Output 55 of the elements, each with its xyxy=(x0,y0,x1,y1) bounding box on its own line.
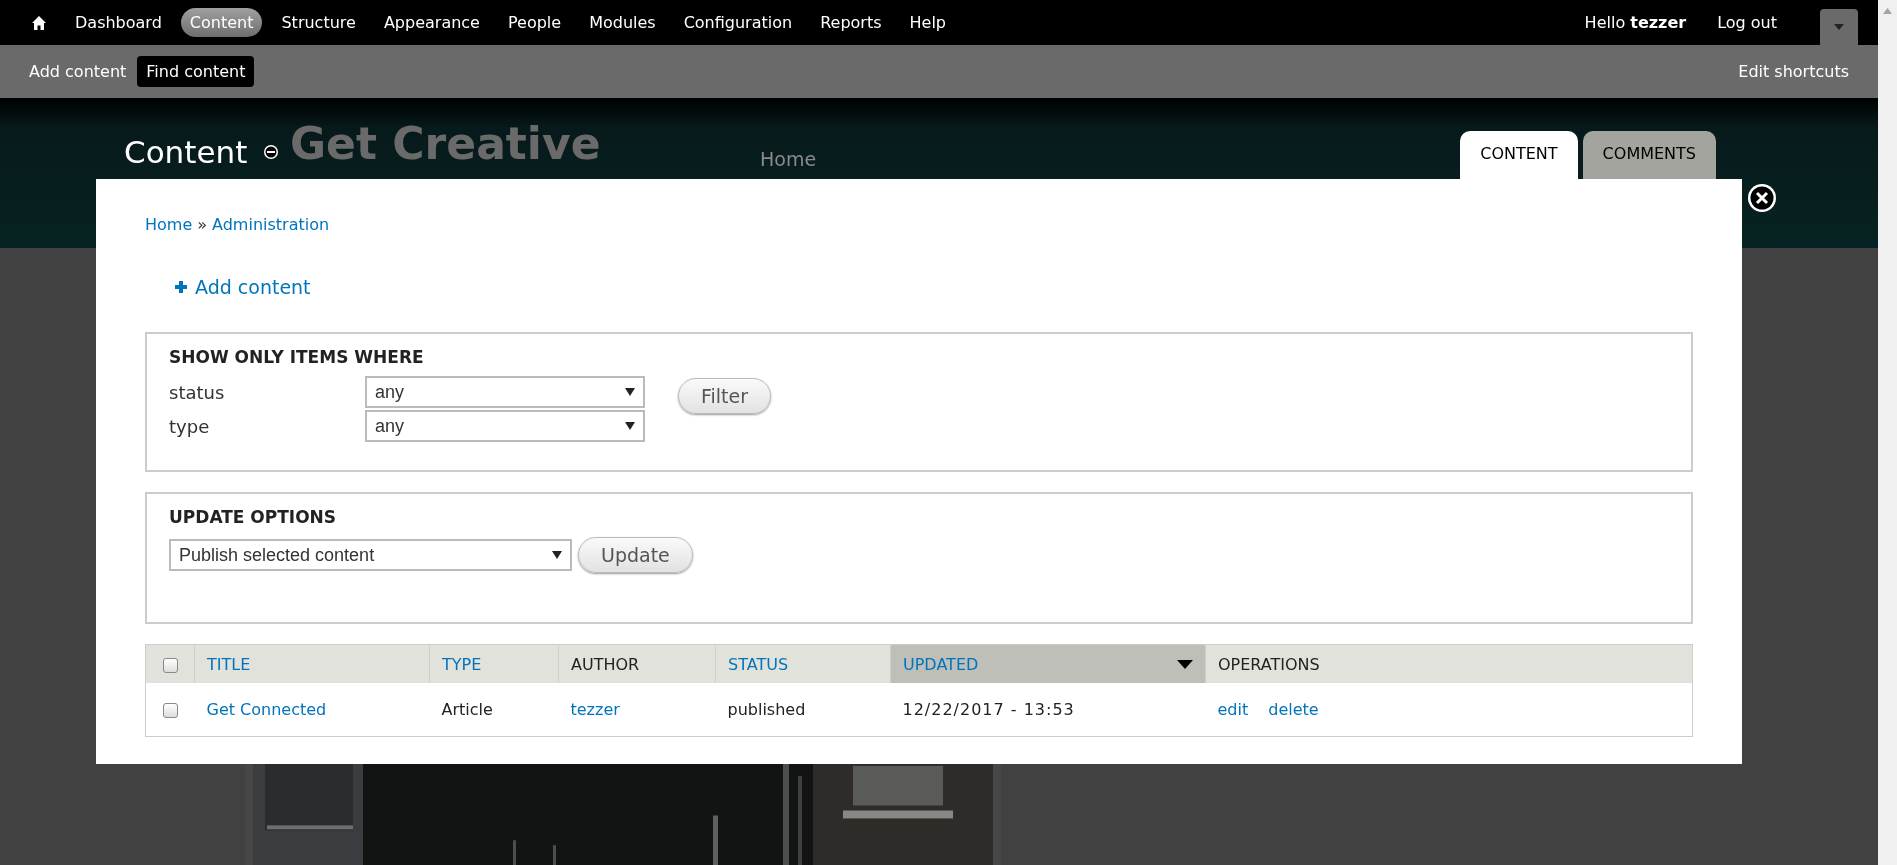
menu-item[interactable]: Reports xyxy=(811,8,891,37)
panel-legend: UPDATE OPTIONS xyxy=(169,507,1669,527)
caret-icon xyxy=(1834,24,1844,30)
logout-link[interactable]: Log out xyxy=(1708,8,1786,37)
page-title: Content xyxy=(124,134,248,170)
menu-item[interactable]: Help xyxy=(900,8,955,37)
title-link[interactable]: Get Connected xyxy=(206,700,327,719)
breadcrumb-separator: » xyxy=(197,215,208,234)
column-header[interactable]: TYPE xyxy=(429,644,559,683)
panel-legend: SHOW ONLY ITEMS WHERE xyxy=(169,347,1669,367)
edit-shortcuts-link[interactable]: Edit shortcuts xyxy=(1729,56,1858,87)
tray-toggle[interactable] xyxy=(1820,9,1858,45)
scroll-up-icon[interactable] xyxy=(1883,8,1892,14)
shortcut-link[interactable]: Add content xyxy=(20,56,136,87)
operation-link[interactable]: delete xyxy=(1268,700,1319,719)
shortcut-link[interactable]: Find content xyxy=(137,56,255,87)
add-content-link[interactable]: Add content xyxy=(175,276,311,298)
select-field[interactable]: any xyxy=(365,410,645,442)
menu-item[interactable]: Appearance xyxy=(374,8,489,37)
dropdown-arrow-icon xyxy=(625,422,635,430)
table-cell: 12/22/2017 - 13:53 xyxy=(902,700,1075,719)
menu-item[interactable]: Dashboard xyxy=(66,8,171,37)
column-header: AUTHOR xyxy=(558,644,716,683)
menu-item[interactable]: Content xyxy=(180,8,263,37)
menu-item[interactable]: Structure xyxy=(272,8,365,37)
table-cell: published xyxy=(727,700,806,719)
operation-link[interactable]: edit xyxy=(1217,700,1249,719)
update-button[interactable]: Update xyxy=(578,537,693,573)
filter-button[interactable]: Filter xyxy=(678,378,772,414)
breadcrumb-link[interactable]: Administration xyxy=(212,215,330,234)
menu-item[interactable]: Modules xyxy=(580,8,665,37)
select-field[interactable]: any xyxy=(365,376,645,408)
home-icon[interactable] xyxy=(30,14,48,31)
column-header: OPERATIONS xyxy=(1205,644,1693,683)
column-header[interactable]: TITLE xyxy=(194,644,430,683)
author-link[interactable]: tezzer xyxy=(570,700,620,719)
field-label: type xyxy=(169,415,211,437)
breadcrumb-link[interactable]: Home xyxy=(145,215,193,234)
user-greeting: Hello tezzer xyxy=(1584,13,1687,32)
dropdown-arrow-icon xyxy=(625,388,635,396)
scrollbar[interactable] xyxy=(1878,0,1897,865)
close-icon[interactable] xyxy=(1747,183,1777,213)
menu-item[interactable]: Configuration xyxy=(674,8,802,37)
select-field[interactable]: Publish selected content xyxy=(169,539,572,571)
select-all-checkbox[interactable] xyxy=(162,657,178,673)
row-checkbox[interactable] xyxy=(162,703,178,718)
minus-icon[interactable] xyxy=(263,144,280,160)
field-label: status xyxy=(169,381,226,403)
site-name: Get Creative xyxy=(290,118,601,169)
sort-arrow-icon xyxy=(1177,659,1193,669)
menu-item[interactable]: People xyxy=(498,8,571,37)
plus-icon xyxy=(175,281,187,293)
dropdown-arrow-icon xyxy=(552,551,562,559)
table-cell: Article xyxy=(441,700,493,719)
column-header[interactable]: STATUS xyxy=(715,644,891,683)
